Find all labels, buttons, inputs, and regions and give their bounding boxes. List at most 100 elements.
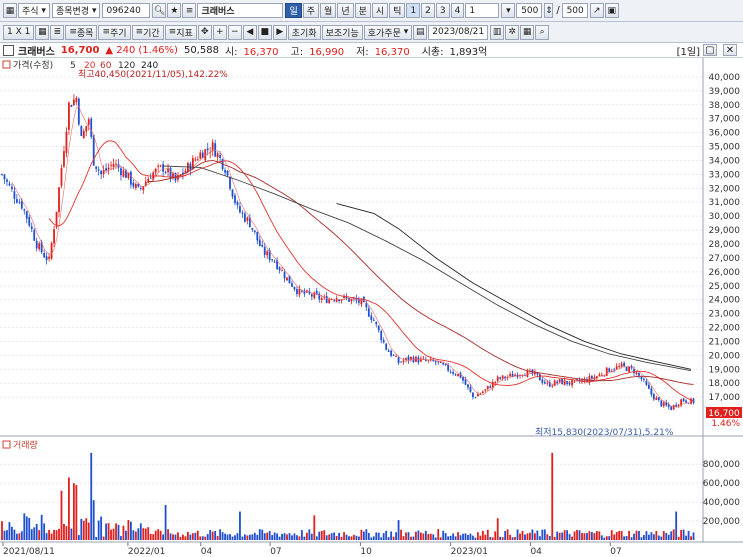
volume-bar [251, 534, 254, 540]
interval-select[interactable]: 1 [465, 3, 500, 18]
volume-bar [385, 530, 388, 540]
list-icon[interactable]: ≡ [182, 3, 197, 18]
reset-button[interactable]: 초기화 [287, 24, 321, 40]
volume-bar [605, 536, 608, 540]
candle-body [623, 362, 626, 367]
candle-body [638, 373, 640, 376]
volume-bar [25, 516, 28, 540]
volume-bar [672, 529, 675, 540]
candle-body [273, 261, 276, 263]
stock-code-input[interactable]: 096240 [102, 3, 151, 18]
candle-body [239, 206, 241, 213]
candle-body [434, 361, 437, 363]
candle-body [325, 295, 328, 303]
volume-bar [256, 534, 259, 540]
volume-bar [595, 531, 598, 540]
volume-bar [23, 513, 26, 540]
candle-body [298, 288, 301, 295]
search-icon[interactable]: 🔍︎ [152, 3, 167, 18]
chevron-down-icon[interactable]: ▾ [501, 3, 516, 18]
volume-bar [481, 530, 484, 540]
aux-function-button[interactable]: 보조기능 [321, 24, 363, 40]
checkbox-icon[interactable] [3, 44, 14, 56]
maximize-icon[interactable]: ▢ [703, 44, 717, 56]
search-icon[interactable]: ⌕ [535, 24, 550, 40]
count-input[interactable]: 500 [516, 3, 543, 18]
volume-bar [655, 530, 658, 540]
volume-bar [650, 532, 653, 540]
star-icon[interactable]: ★ [167, 3, 182, 18]
quote-order-button[interactable]: 호가주문 ▾ [363, 24, 413, 40]
period-year-button[interactable]: 년 [337, 3, 354, 18]
candle-body [474, 397, 477, 399]
volume-bar [395, 532, 397, 540]
volume-bar [660, 536, 663, 540]
play-forward-icon[interactable]: ▶ [272, 24, 287, 40]
price-tick-label: 27,000 [709, 254, 741, 264]
volume-bar [553, 537, 556, 540]
volume-bar [320, 530, 323, 540]
period-day-button[interactable]: 일 [285, 3, 302, 18]
menu-indicator-button[interactable]: ≡ 지표 [164, 24, 197, 40]
volume-bar [576, 529, 578, 540]
preset-2-button[interactable]: 2 [421, 3, 435, 18]
price-tick-label: 24,000 [709, 296, 741, 306]
gear-icon[interactable]: ✲ [505, 24, 520, 40]
volume-bar [125, 530, 127, 540]
price-tick-label: 39,000 [709, 87, 741, 97]
stock-change-select[interactable]: 종목변경 ▾ [51, 3, 101, 18]
volume-bar [581, 532, 583, 540]
table-icon[interactable]: ▦ [35, 24, 50, 40]
volume-bar [246, 535, 249, 540]
volume-bar [402, 536, 405, 540]
volume-bar [370, 537, 373, 540]
period-hour-button[interactable]: 시 [371, 3, 389, 18]
period-month-button[interactable]: 월 [320, 3, 337, 18]
preset-4-button[interactable]: 4 [450, 3, 465, 18]
candle-body [310, 294, 313, 297]
save-icon[interactable]: ▣ [604, 3, 619, 18]
play-back-icon[interactable]: ◀ [242, 24, 257, 40]
period-week-button[interactable]: 주 [302, 3, 320, 18]
candle-body [234, 195, 236, 203]
spinner-icon[interactable]: ⇕ [544, 3, 554, 18]
menu-stock-button[interactable]: ≡ 종목 [65, 24, 98, 40]
candle-body [652, 393, 655, 400]
volume-bar [95, 537, 98, 540]
market-select[interactable]: 주식 ▾ [18, 3, 50, 18]
chart-icon[interactable]: ▥ [490, 24, 505, 40]
candle-body [261, 244, 264, 247]
volume-bar [281, 533, 283, 540]
calendar-icon[interactable]: ▤ [413, 24, 428, 40]
zoom-out-icon[interactable]: − [227, 24, 242, 40]
period-minute-button[interactable]: 분 [354, 3, 371, 18]
volume-bar [87, 522, 90, 540]
candle-body [132, 182, 135, 187]
volume-bar [583, 533, 586, 540]
price-tick-label: 29,000 [709, 226, 741, 236]
candle-body [467, 384, 469, 388]
close-icon[interactable]: ✕ [723, 44, 737, 56]
stock-chart[interactable]: 40,000 39,000 38,000 37,000 36,000 35,000 34,0… [0, 58, 743, 557]
move-icon[interactable]: ✥ [197, 24, 212, 40]
preset-1-button[interactable]: 1 [406, 3, 421, 18]
stop-icon[interactable]: ■ [257, 24, 272, 40]
volume-bar [439, 537, 442, 540]
zoom-in-icon[interactable]: + [212, 24, 227, 40]
grid-icon[interactable]: ▦ [3, 3, 17, 18]
candle-body [367, 308, 370, 317]
date-input[interactable]: 2023/08/21 [428, 24, 489, 40]
date-tick-label: 10 [360, 547, 372, 557]
list-icon[interactable]: ≣ [50, 24, 65, 40]
preset-3-button[interactable]: 3 [435, 3, 450, 18]
candle-body [45, 256, 48, 261]
volume-bar [345, 534, 348, 540]
export-icon[interactable]: ↗ [589, 3, 604, 18]
candle-body [526, 370, 529, 377]
period-tick-button[interactable]: 틱 [389, 3, 406, 18]
candle-body [102, 170, 105, 175]
menu-range-button[interactable]: ≡ 기간 [131, 24, 164, 40]
scale-button[interactable]: 1 X 1 [3, 24, 35, 40]
menu-period-button[interactable]: ≡ 주기 [98, 24, 131, 40]
grid-settings-icon[interactable]: ▦ [520, 24, 535, 40]
